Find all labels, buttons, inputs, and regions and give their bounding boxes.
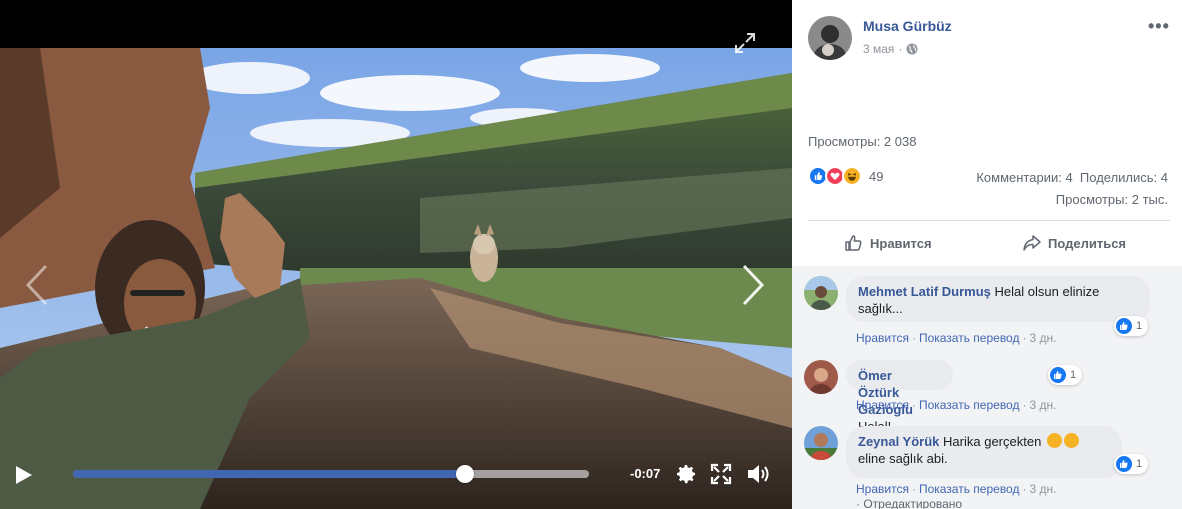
video-frame[interactable]: [0, 48, 792, 509]
comment-text-cont: eline sağlık abi.: [858, 451, 948, 466]
comment-like-count[interactable]: 1: [1048, 365, 1083, 385]
commenter-name[interactable]: Mehmet Latif Durmuş: [858, 284, 991, 299]
smiling-emoji-icon: [1046, 433, 1062, 448]
comment-like-link[interactable]: Нравится: [856, 398, 909, 412]
comment-translate-link[interactable]: Показать перевод: [919, 482, 1020, 496]
comment-text: Helal olsun elinize: [994, 284, 1100, 299]
comment-text: Harika gerçekten: [943, 434, 1042, 449]
video-controls: -0:07: [0, 450, 792, 498]
progress-fill: [73, 470, 466, 478]
prev-arrow-icon[interactable]: [22, 262, 52, 308]
reaction-count: 49: [869, 168, 884, 184]
smiling-emoji-icon: [1063, 433, 1079, 448]
haha-reaction-icon: [842, 166, 862, 186]
video-scene: [0, 48, 792, 509]
comment-text-cont: sağlık...: [858, 301, 903, 316]
comments-section: Mehmet Latif Durmuş Helal olsun elinize …: [792, 266, 1182, 509]
author-avatar[interactable]: [808, 16, 852, 60]
share-icon: [1023, 235, 1041, 251]
comment-like-count[interactable]: 1: [1114, 316, 1149, 336]
like-reaction-icon: [1116, 456, 1132, 472]
like-label: Нравится: [870, 235, 932, 251]
comment-translate-link[interactable]: Показать перевод: [919, 331, 1020, 345]
comment-age[interactable]: 3 дн.: [1029, 331, 1056, 345]
divider: [808, 220, 1170, 221]
commenter-name[interactable]: Zeynal Yörük: [858, 434, 939, 449]
post-panel: Musa Gürbüz 3 мая · ••• Просмотры: 2 038: [792, 0, 1182, 509]
share-label: Поделиться: [1048, 235, 1127, 251]
expand-icon[interactable]: [734, 32, 756, 54]
edited-label: · Отредактировано: [856, 497, 963, 509]
commenter-avatar[interactable]: [804, 426, 838, 460]
play-icon[interactable]: [14, 464, 34, 486]
comment-translate-link[interactable]: Показать перевод: [919, 398, 1020, 412]
comment-actions: Нравится · Показать перевод · 3 дн.: [856, 331, 1057, 345]
views-summary: Просмотры: 2 тыс.: [1055, 192, 1168, 207]
facebook-video-viewer: -0:07 Musa Gürbüz 3 мая · ••• Просмотры:…: [0, 0, 1182, 509]
comment-actions: Нравится · Показать перевод · 3 дн.: [856, 398, 1057, 412]
globe-icon[interactable]: [906, 43, 918, 55]
gear-icon[interactable]: [674, 462, 698, 486]
views-count: Просмотры: 2 038: [808, 134, 917, 149]
next-arrow-icon[interactable]: [738, 262, 768, 308]
comment-bubble: Mehmet Latif Durmuş Helal olsun elinize …: [846, 276, 1150, 322]
comment-like-link[interactable]: Нравится: [856, 482, 909, 496]
like-reaction-icon: [1116, 318, 1132, 334]
comment-age[interactable]: 3 дн.: [1029, 482, 1056, 496]
post-date[interactable]: 3 мая: [863, 42, 894, 56]
like-button[interactable]: Нравится: [844, 233, 932, 253]
comment-age[interactable]: 3 дн.: [1029, 398, 1056, 412]
like-reaction-icon: [1050, 367, 1066, 383]
commenter-avatar[interactable]: [804, 360, 838, 394]
commenter-avatar[interactable]: [804, 276, 838, 310]
comment-like-link[interactable]: Нравится: [856, 331, 909, 345]
thumbs-up-icon: [845, 235, 862, 251]
volume-icon[interactable]: [746, 462, 772, 486]
comment-bubble: Zeynal Yörük Harika gerçekten eline sağl…: [846, 426, 1122, 478]
fullscreen-icon[interactable]: [710, 463, 732, 485]
comment-like-count[interactable]: 1: [1114, 454, 1149, 474]
video-player[interactable]: -0:07: [0, 0, 792, 509]
more-options-icon[interactable]: •••: [1148, 16, 1170, 37]
comment-bubble: Ömer Öztürk Gazioglu Helal!: [846, 360, 953, 434]
time-remaining: -0:07: [630, 466, 661, 481]
share-button[interactable]: Поделиться: [1022, 233, 1126, 253]
post-meta: 3 мая ·: [863, 42, 918, 56]
comment-actions: Нравится · Показать перевод · 3 дн.: [856, 482, 1057, 496]
comments-shares-count[interactable]: Комментарии: 4 Поделились: 4: [976, 170, 1168, 185]
reactions-summary[interactable]: 49: [808, 166, 883, 186]
author-name[interactable]: Musa Gürbüz: [863, 18, 952, 34]
progress-bar[interactable]: [73, 465, 589, 483]
progress-scrubber[interactable]: [456, 465, 475, 483]
